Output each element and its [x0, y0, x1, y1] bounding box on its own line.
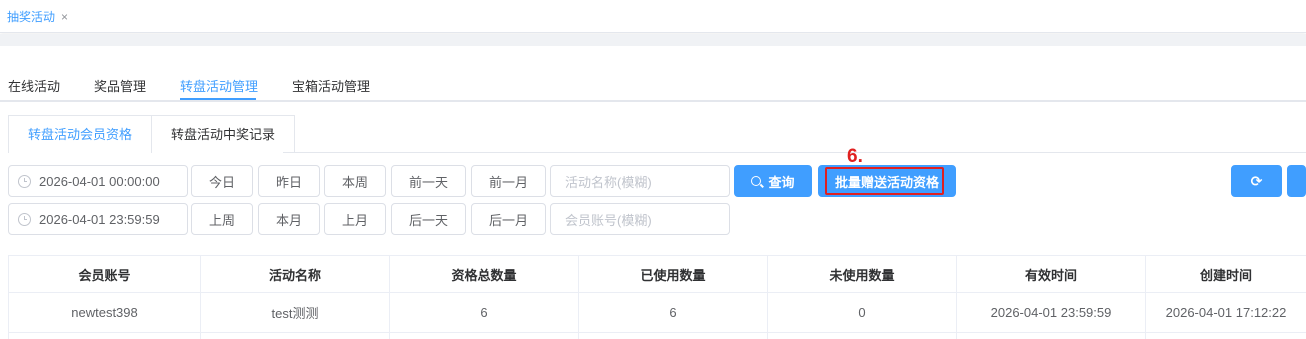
end-time-picker[interactable]: 2026-04-01 23:59:59 — [8, 203, 188, 235]
activity-name-input[interactable]: 活动名称(模糊) — [550, 165, 730, 197]
cell-valid-time: 2026-04-01 23:59:59 — [957, 293, 1146, 333]
start-time-value: 2026-04-01 00:00:00 — [39, 174, 160, 189]
col-valid-time: 有效时间 — [957, 256, 1146, 293]
query-button[interactable]: 查询 — [734, 165, 812, 197]
subnav-treasure-management[interactable]: 宝箱活动管理 — [292, 76, 370, 95]
quick-this-month-button[interactable]: 本月 — [258, 203, 320, 235]
cell-unused-count: 0 — [768, 293, 957, 333]
cell-total-eligibility: 6 — [390, 293, 579, 333]
quick-last-month-button[interactable]: 上月 — [324, 203, 386, 235]
active-tab-indicator — [180, 98, 256, 100]
settings-button[interactable] — [1287, 165, 1306, 197]
subnav-wheel-management[interactable]: 转盘活动管理 — [180, 76, 258, 95]
refresh-button[interactable]: ⟳ — [1231, 165, 1282, 197]
end-time-value: 2026-04-01 23:59:59 — [39, 212, 160, 227]
page-tab-label: 抽奖活动 — [7, 8, 55, 25]
quick-last-week-button[interactable]: 上周 — [191, 203, 253, 235]
quick-yesterday-button[interactable]: 昨日 — [258, 165, 320, 197]
cell-used-count: 6 — [579, 293, 768, 333]
member-account-placeholder: 会员账号(模糊) — [551, 210, 652, 229]
step-marker: 6. — [847, 146, 863, 168]
tab-wheel-winning-records[interactable]: 转盘活动中奖记录 — [151, 116, 294, 153]
card-tabs: 转盘活动会员资格 转盘活动中奖记录 — [8, 115, 295, 153]
tab-divider — [283, 152, 1306, 153]
refresh-icon: ⟳ — [1251, 173, 1263, 190]
subnav-prize-management[interactable]: 奖品管理 — [94, 76, 146, 95]
cell-activity-name: test测测 — [201, 293, 390, 333]
content-divider — [0, 34, 1306, 46]
col-created-time: 创建时间 — [1146, 256, 1306, 293]
close-icon[interactable]: × — [61, 10, 68, 24]
quick-this-week-button[interactable]: 本周 — [324, 165, 386, 197]
table-row[interactable]: newtest398 test测测 6 6 0 2026-04-01 23:59… — [9, 293, 1306, 333]
start-time-picker[interactable]: 2026-04-01 00:00:00 — [8, 165, 188, 197]
clock-icon — [18, 213, 31, 226]
col-used-count: 已使用数量 — [579, 256, 768, 293]
col-activity-name: 活动名称 — [201, 256, 390, 293]
table-header-row: 会员账号 活动名称 资格总数量 已使用数量 未使用数量 有效时间 创建时间 — [9, 256, 1306, 293]
activity-subnav: 在线活动 奖品管理 转盘活动管理 宝箱活动管理 — [0, 66, 1306, 102]
top-tab-bar: 抽奖活动 × — [0, 0, 1306, 33]
quick-next-month-button[interactable]: 后一月 — [471, 203, 546, 235]
subnav-online-activity[interactable]: 在线活动 — [8, 76, 60, 95]
col-member-account: 会员账号 — [9, 256, 201, 293]
activity-name-placeholder: 活动名称(模糊) — [551, 172, 652, 191]
query-label: 查询 — [768, 172, 794, 191]
member-account-input[interactable]: 会员账号(模糊) — [550, 203, 730, 235]
quick-today-button[interactable]: 今日 — [191, 165, 253, 197]
batch-grant-button[interactable]: 批量赠送活动资格 — [818, 165, 956, 197]
cell-member-account: newtest398 — [9, 293, 201, 333]
tab-wheel-member-eligibility[interactable]: 转盘活动会员资格 — [9, 116, 151, 153]
col-unused-count: 未使用数量 — [768, 256, 957, 293]
col-total-eligibility: 资格总数量 — [390, 256, 579, 293]
search-icon — [751, 176, 761, 186]
page-tab-lottery[interactable]: 抽奖活动 × — [7, 8, 68, 25]
cell-created-time: 2026-04-01 17:12:22 — [1146, 293, 1306, 333]
clock-icon — [18, 175, 31, 188]
quick-prev-month-button[interactable]: 前一月 — [471, 165, 546, 197]
quick-next-day-button[interactable]: 后一天 — [391, 203, 466, 235]
eligibility-table: 会员账号 活动名称 资格总数量 已使用数量 未使用数量 有效时间 创建时间 ne… — [8, 255, 1306, 339]
quick-prev-day-button[interactable]: 前一天 — [391, 165, 466, 197]
